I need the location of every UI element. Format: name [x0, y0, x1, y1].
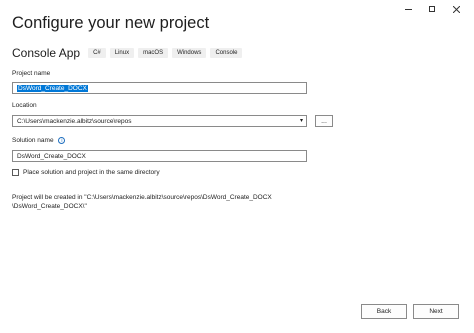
tag-csharp: C# [88, 48, 106, 58]
tag-console: Console [210, 48, 243, 58]
project-path-note: Project will be created in "C:\Users\mac… [12, 193, 272, 211]
close-icon [452, 5, 460, 13]
window-controls [396, 2, 468, 16]
solution-name-value: DsWord_Create_DOCX [17, 152, 86, 160]
page-title: Configure your new project [12, 14, 210, 32]
tag-linux: Linux [109, 48, 135, 58]
project-name-label: Project name [12, 70, 51, 77]
next-button[interactable]: Next [413, 304, 459, 319]
project-path-line2: \DsWord_Create_DOCX\" [12, 203, 87, 210]
project-name-input[interactable]: DsWord_Create_DOCX [12, 82, 307, 94]
template-summary: Console App C# Linux macOS Windows Conso… [12, 46, 246, 60]
chevron-down-icon[interactable]: ▾ [300, 117, 303, 124]
browse-button[interactable]: ... [315, 115, 333, 127]
solution-name-label: Solution name [12, 137, 54, 145]
project-path-line1: Project will be created in "C:\Users\mac… [12, 194, 272, 201]
maximize-icon [429, 6, 435, 12]
minimize-icon [404, 8, 412, 10]
tag-macos: macOS [138, 48, 169, 58]
same-directory-checkbox[interactable] [12, 169, 19, 176]
same-directory-label: Place solution and project in the same d… [23, 169, 160, 176]
minimize-button[interactable] [396, 2, 420, 16]
same-directory-option[interactable]: Place solution and project in the same d… [12, 169, 160, 176]
location-label: Location [12, 102, 37, 109]
back-button[interactable]: Back [361, 304, 407, 319]
maximize-button[interactable] [420, 2, 444, 16]
close-button[interactable] [444, 2, 468, 16]
project-name-value: DsWord_Create_DOCX [17, 84, 88, 92]
location-value: C:\Users\mackenzie.albitz\source\repos [17, 117, 132, 125]
solution-name-label-row: Solution name i [12, 137, 66, 145]
location-combobox[interactable]: C:\Users\mackenzie.albitz\source\repos ▾ [12, 115, 307, 127]
solution-name-input[interactable]: DsWord_Create_DOCX [12, 150, 307, 162]
tag-windows: Windows [172, 48, 207, 58]
template-name: Console App [12, 46, 81, 60]
info-icon[interactable]: i [58, 137, 66, 144]
